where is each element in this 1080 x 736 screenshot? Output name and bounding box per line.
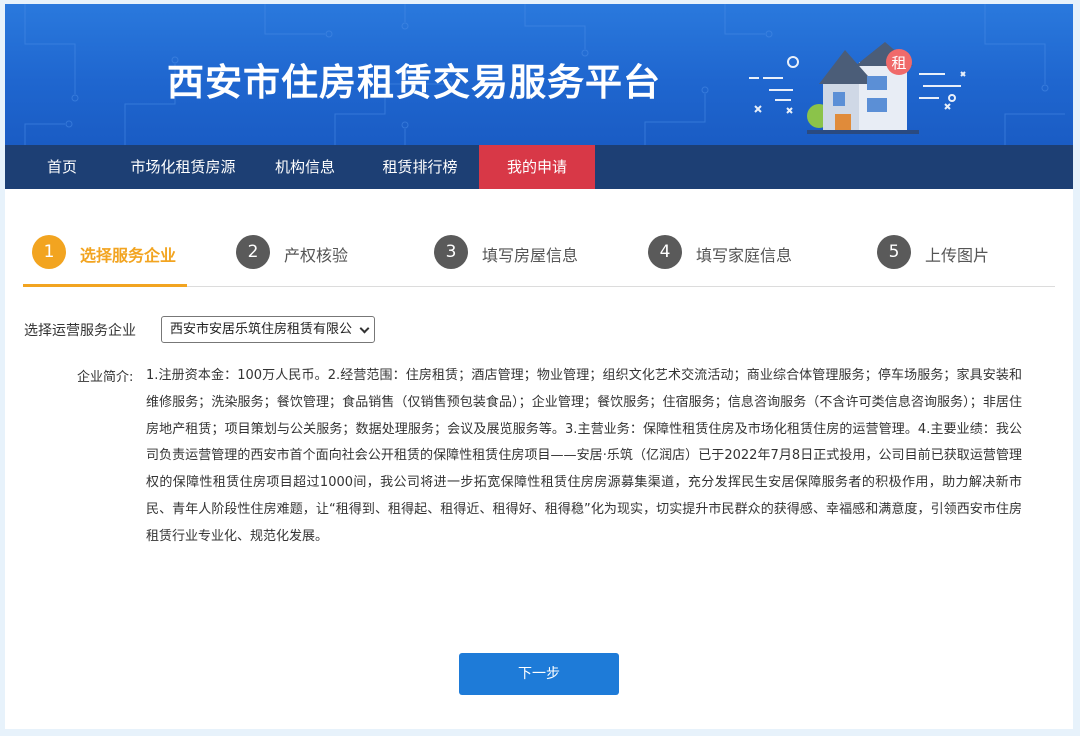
step-4-number: 4 xyxy=(648,235,682,269)
main-nav: 首页 市场化租赁房源 机构信息 租赁排行榜 我的申请 xyxy=(5,145,1073,189)
site-title: 西安市住房租赁交易服务平台 xyxy=(167,61,661,104)
step-3-label: 填写房屋信息 xyxy=(482,246,579,265)
header-banner: 西安市住房租赁交易服务平台 租 xyxy=(5,4,1073,145)
next-step-button[interactable]: 下一步 xyxy=(459,653,619,695)
step-1-number: 1 xyxy=(32,235,66,269)
step-1-label: 选择服务企业 xyxy=(80,246,177,265)
main-panel: 1 选择服务企业 2 产权核验 3 填写房屋信息 4 填写家庭信息 5 上传图片… xyxy=(5,189,1073,729)
house-illustration: 租 xyxy=(747,32,973,136)
step-2-number: 2 xyxy=(236,235,270,269)
nav-item-home[interactable]: 首页 xyxy=(29,145,95,189)
company-select-label: 选择运营服务企业 xyxy=(24,323,136,339)
page-frame: 西安市住房租赁交易服务平台 租 首页 市场化租赁房源 机构信息 租赁排行榜 我的… xyxy=(0,0,1080,736)
nav-item-my-applications[interactable]: 我的申请 xyxy=(479,145,595,189)
company-select-value: 西安市安居乐筑住房租赁有限公 xyxy=(170,322,353,337)
step-2-label: 产权核验 xyxy=(284,246,349,265)
nav-item-rankings[interactable]: 租赁排行榜 xyxy=(373,145,467,189)
nav-item-institutions[interactable]: 机构信息 xyxy=(267,145,343,189)
nav-item-market-listings[interactable]: 市场化租赁房源 xyxy=(121,145,245,189)
company-intro-text: 1.注册资本金：100万人民币。2.经营范围：住房租赁；酒店管理；物业管理；组织… xyxy=(146,368,1022,544)
company-intro-label: 企业简介: xyxy=(77,370,134,385)
rent-badge: 租 xyxy=(891,54,906,72)
chevron-down-icon xyxy=(359,323,370,334)
step-5-label: 上传图片 xyxy=(925,246,990,265)
step-5-number: 5 xyxy=(877,235,911,269)
step-4-label: 填写家庭信息 xyxy=(696,246,793,265)
company-select[interactable]: 西安市安居乐筑住房租赁有限公 xyxy=(161,316,375,343)
step-3-number: 3 xyxy=(434,235,468,269)
active-step-underline xyxy=(23,284,187,287)
house-icon: 租 xyxy=(749,42,966,134)
